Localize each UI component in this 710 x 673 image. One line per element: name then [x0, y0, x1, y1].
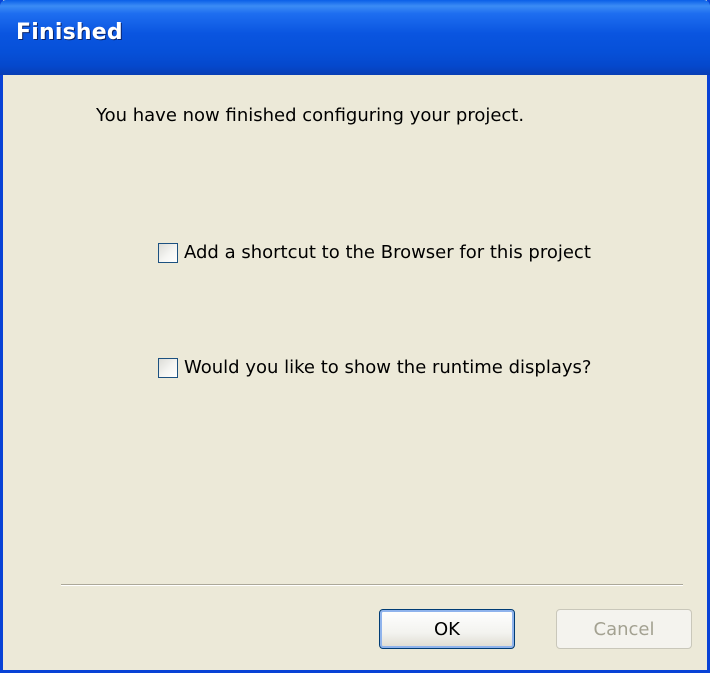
ok-button[interactable]: OK: [379, 609, 515, 649]
show-runtime-displays-option[interactable]: Would you like to show the runtime displ…: [158, 357, 591, 378]
title-bar[interactable]: Finished: [0, 0, 710, 75]
cancel-button: Cancel: [556, 609, 692, 649]
finished-dialog: Finished You have now finished configuri…: [0, 0, 710, 673]
button-separator: [61, 584, 683, 586]
ok-button-label: OK: [434, 618, 460, 640]
window-title: Finished: [16, 20, 123, 45]
finish-message: You have now finished configuring your p…: [96, 105, 525, 126]
add-shortcut-checkbox[interactable]: [158, 242, 178, 263]
show-runtime-displays-label[interactable]: Would you like to show the runtime displ…: [184, 357, 591, 378]
show-runtime-displays-checkbox[interactable]: [158, 357, 178, 378]
add-shortcut-label[interactable]: Add a shortcut to the Browser for this p…: [184, 242, 591, 263]
add-shortcut-option[interactable]: Add a shortcut to the Browser for this p…: [158, 242, 591, 263]
cancel-button-label: Cancel: [593, 618, 655, 640]
